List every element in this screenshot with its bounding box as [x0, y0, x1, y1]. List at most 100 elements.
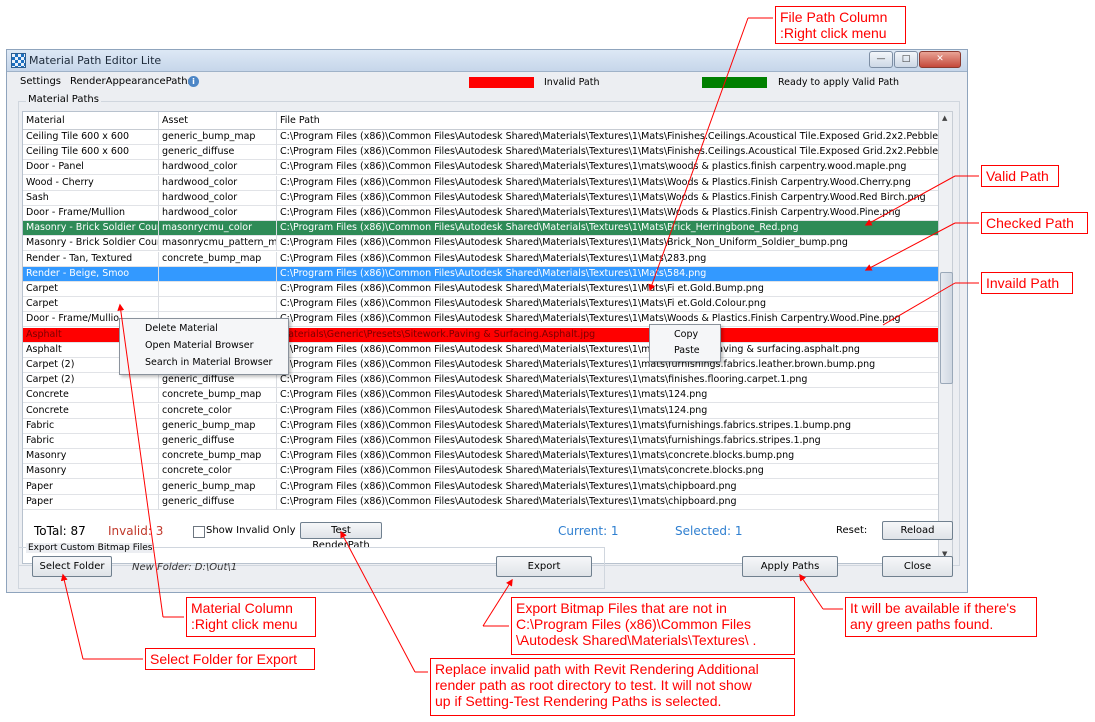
maximize-button[interactable]: □: [894, 51, 918, 68]
table-row[interactable]: Paper generic_bump_map C:\Program Files (x…: [23, 479, 939, 495]
show-invalid-only-checkbox[interactable]: [193, 526, 205, 538]
file-path-cell[interactable]: C:\Program Files (x86)\Common Files\Auto…: [277, 236, 939, 252]
file-path-cell[interactable]: C:\Program Files (x86)\Common Files\Auto…: [277, 403, 939, 419]
file-path-cell[interactable]: C:\Program Files (x86)\Common Files\Auto…: [277, 221, 939, 237]
table-row[interactable]: Masonry - Brick Soldier Course masonrycmu…: [23, 236, 939, 252]
menu-settings[interactable]: Settings: [20, 76, 61, 87]
table-row[interactable]: Sash hardwood_color C:\Program Files (x86)…: [23, 190, 939, 206]
asset-cell[interactable]: concrete_color: [159, 403, 277, 419]
menu-search-material-browser[interactable]: Search in Material Browser: [120, 355, 288, 371]
table-row[interactable]: Fabric generic_diffuse C:\Program Files (x…: [23, 434, 939, 449]
table-row[interactable]: Fabric generic_bump_map C:\Program Files (…: [23, 418, 939, 434]
table-row[interactable]: Door - Panel hardwood_color C:\Program Fil…: [23, 160, 939, 176]
material-cell[interactable]: Sash: [23, 190, 159, 206]
asset-cell[interactable]: concrete_color: [159, 464, 277, 480]
material-cell[interactable]: Carpet: [23, 282, 159, 297]
file-path-cell[interactable]: C:\Program Files (x86)\Common Files\Auto…: [277, 130, 939, 145]
apply-paths-button[interactable]: Apply Paths: [742, 556, 838, 577]
material-cell[interactable]: Render - Beige, Smoo: [23, 266, 159, 282]
asset-cell[interactable]: concrete_bump_map: [159, 388, 277, 404]
column-asset[interactable]: Asset: [159, 112, 277, 129]
file-path-cell[interactable]: C:\Program Files (x86)\Common Files\Auto…: [277, 373, 939, 389]
file-path-cell[interactable]: C:\Program Files (x86)\Common Files\Auto…: [277, 312, 939, 328]
table-row[interactable]: Concrete concrete_bump_map C:\Program File…: [23, 388, 939, 404]
column-material[interactable]: Material: [23, 112, 159, 129]
file-path-cell[interactable]: C:\Program Files (x86)\Common Files\Auto…: [277, 358, 939, 373]
asset-cell[interactable]: masonrycmu_color: [159, 221, 277, 237]
column-file-path[interactable]: File Path: [277, 112, 939, 129]
file-path-cell[interactable]: C:\Program Files (x86)\Common Files\Auto…: [277, 494, 939, 510]
asset-cell[interactable]: generic_diffuse: [159, 434, 277, 449]
table-row[interactable]: Masonry concrete_color C:\Program Files (x…: [23, 464, 939, 480]
file-path-cell[interactable]: C:\Program Files (x86)\Common Files\Auto…: [277, 418, 939, 434]
menu-open-material-browser[interactable]: Open Material Browser: [120, 338, 288, 354]
file-path-cell[interactable]: C:\Program Files (x86)\Common Files\Auto…: [277, 251, 939, 267]
menu-paste[interactable]: Paste: [650, 343, 720, 359]
file-path-cell[interactable]: C:\Program Files (x86)\Common Files\Auto…: [277, 342, 939, 358]
asset-cell[interactable]: generic_bump_map: [159, 130, 277, 145]
file-path-cell[interactable]: C:\Program Files (x86)\Common Files\Auto…: [277, 297, 939, 313]
file-path-cell[interactable]: Materials\Generic\Presets\Sitework.Pavin…: [277, 327, 939, 343]
table-row[interactable]: Render - Tan, Textured concrete_bump_map C…: [23, 251, 939, 267]
material-cell[interactable]: Ceiling Tile 600 x 600: [23, 145, 159, 161]
asset-cell[interactable]: generic_bump_map: [159, 479, 277, 495]
asset-cell[interactable]: generic_diffuse: [159, 145, 277, 161]
table-row[interactable]: Ceiling Tile 600 x 600 generic_diffuse C:\…: [23, 145, 939, 161]
file-path-cell[interactable]: C:\Program Files (x86)\Common Files\Auto…: [277, 449, 939, 465]
material-cell[interactable]: Door - Frame/Mullion: [23, 206, 159, 221]
grid-scrollbar[interactable]: ▲ ▼: [938, 111, 953, 562]
file-path-cell[interactable]: C:\Program Files (x86)\Common Files\Auto…: [277, 434, 939, 449]
material-cell[interactable]: Fabric: [23, 418, 159, 434]
select-folder-button[interactable]: Select Folder: [32, 556, 112, 577]
material-cell[interactable]: Paper: [23, 494, 159, 510]
material-cell[interactable]: Masonry - Brick Soldier Course: [23, 221, 159, 237]
file-path-cell[interactable]: C:\Program Files (x86)\Common Files\Auto…: [277, 282, 939, 297]
table-row[interactable]: Ceiling Tile 600 x 600 generic_bump_map C:…: [23, 130, 939, 145]
material-cell[interactable]: Carpet (2): [23, 373, 159, 389]
asset-cell[interactable]: concrete_bump_map: [159, 251, 277, 267]
scroll-up-icon[interactable]: ▲: [942, 114, 947, 122]
material-cell[interactable]: Carpet: [23, 297, 159, 313]
asset-cell[interactable]: generic_bump_map: [159, 418, 277, 434]
asset-cell[interactable]: [159, 266, 277, 282]
export-button[interactable]: Export: [496, 556, 592, 577]
file-path-cell[interactable]: C:\Program Files (x86)\Common Files\Auto…: [277, 175, 939, 191]
table-row[interactable]: Concrete concrete_color C:\Program Files (…: [23, 403, 939, 419]
table-row[interactable]: Wood - Cherry hardwood_color C:\Program Fi…: [23, 175, 939, 191]
title-bar[interactable]: Material Path Editor Lite — □ ✕: [7, 50, 967, 72]
asset-cell[interactable]: hardwood_color: [159, 206, 277, 221]
help-icon[interactable]: i: [188, 76, 199, 87]
scroll-thumb[interactable]: [940, 272, 953, 384]
close-window-button[interactable]: ✕: [919, 51, 961, 68]
menu-render-appearance-paths[interactable]: RenderAppearancePaths: [70, 76, 193, 87]
file-path-cell[interactable]: C:\Program Files (x86)\Common Files\Auto…: [277, 145, 939, 161]
close-button[interactable]: Close: [882, 556, 953, 577]
material-cell[interactable]: Wood - Cherry: [23, 175, 159, 191]
asset-cell[interactable]: [159, 297, 277, 313]
table-row[interactable]: Paper generic_diffuse C:\Program Files (x8…: [23, 494, 939, 510]
asset-cell[interactable]: masonrycmu_pattern_map: [159, 236, 277, 252]
material-cell[interactable]: Masonry: [23, 449, 159, 465]
asset-cell[interactable]: hardwood_color: [159, 160, 277, 176]
table-row[interactable]: Carpet C:\Program Files (x86)\Common File…: [23, 297, 939, 313]
file-path-cell[interactable]: C:\Program Files (x86)\Common Files\Auto…: [277, 464, 939, 480]
minimize-button[interactable]: —: [869, 51, 893, 68]
menu-delete-material[interactable]: Delete Material: [120, 321, 288, 337]
file-path-cell[interactable]: C:\Program Files (x86)\Common Files\Auto…: [277, 206, 939, 221]
material-grid[interactable]: Material Asset File Path Ceiling Tile 60…: [22, 111, 940, 564]
material-cell[interactable]: Masonry: [23, 464, 159, 480]
material-cell[interactable]: Paper: [23, 479, 159, 495]
file-path-cell[interactable]: C:\Program Files (x86)\Common Files\Auto…: [277, 479, 939, 495]
table-row[interactable]: Carpet C:\Program Files (x86)\Common File…: [23, 282, 939, 297]
file-path-cell[interactable]: C:\Program Files (x86)\Common Files\Auto…: [277, 388, 939, 404]
file-path-cell[interactable]: C:\Program Files (x86)\Common Files\Auto…: [277, 266, 939, 282]
material-cell[interactable]: Door - Panel: [23, 160, 159, 176]
table-row[interactable]: Door - Frame/Mullion hardwood_color C:\Pro…: [23, 206, 939, 221]
table-row[interactable]: Carpet (2) generic_diffuse C:\Program File…: [23, 373, 939, 389]
table-row[interactable]: Masonry - Brick Soldier Course masonrycmu…: [23, 221, 939, 237]
menu-copy[interactable]: Copy: [650, 327, 720, 343]
asset-cell[interactable]: hardwood_color: [159, 175, 277, 191]
table-row[interactable]: Render - Beige, Smoo C:\Program Files (x8…: [23, 266, 939, 282]
material-cell[interactable]: Fabric: [23, 434, 159, 449]
table-row[interactable]: Masonry concrete_bump_map C:\Program Files…: [23, 449, 939, 465]
